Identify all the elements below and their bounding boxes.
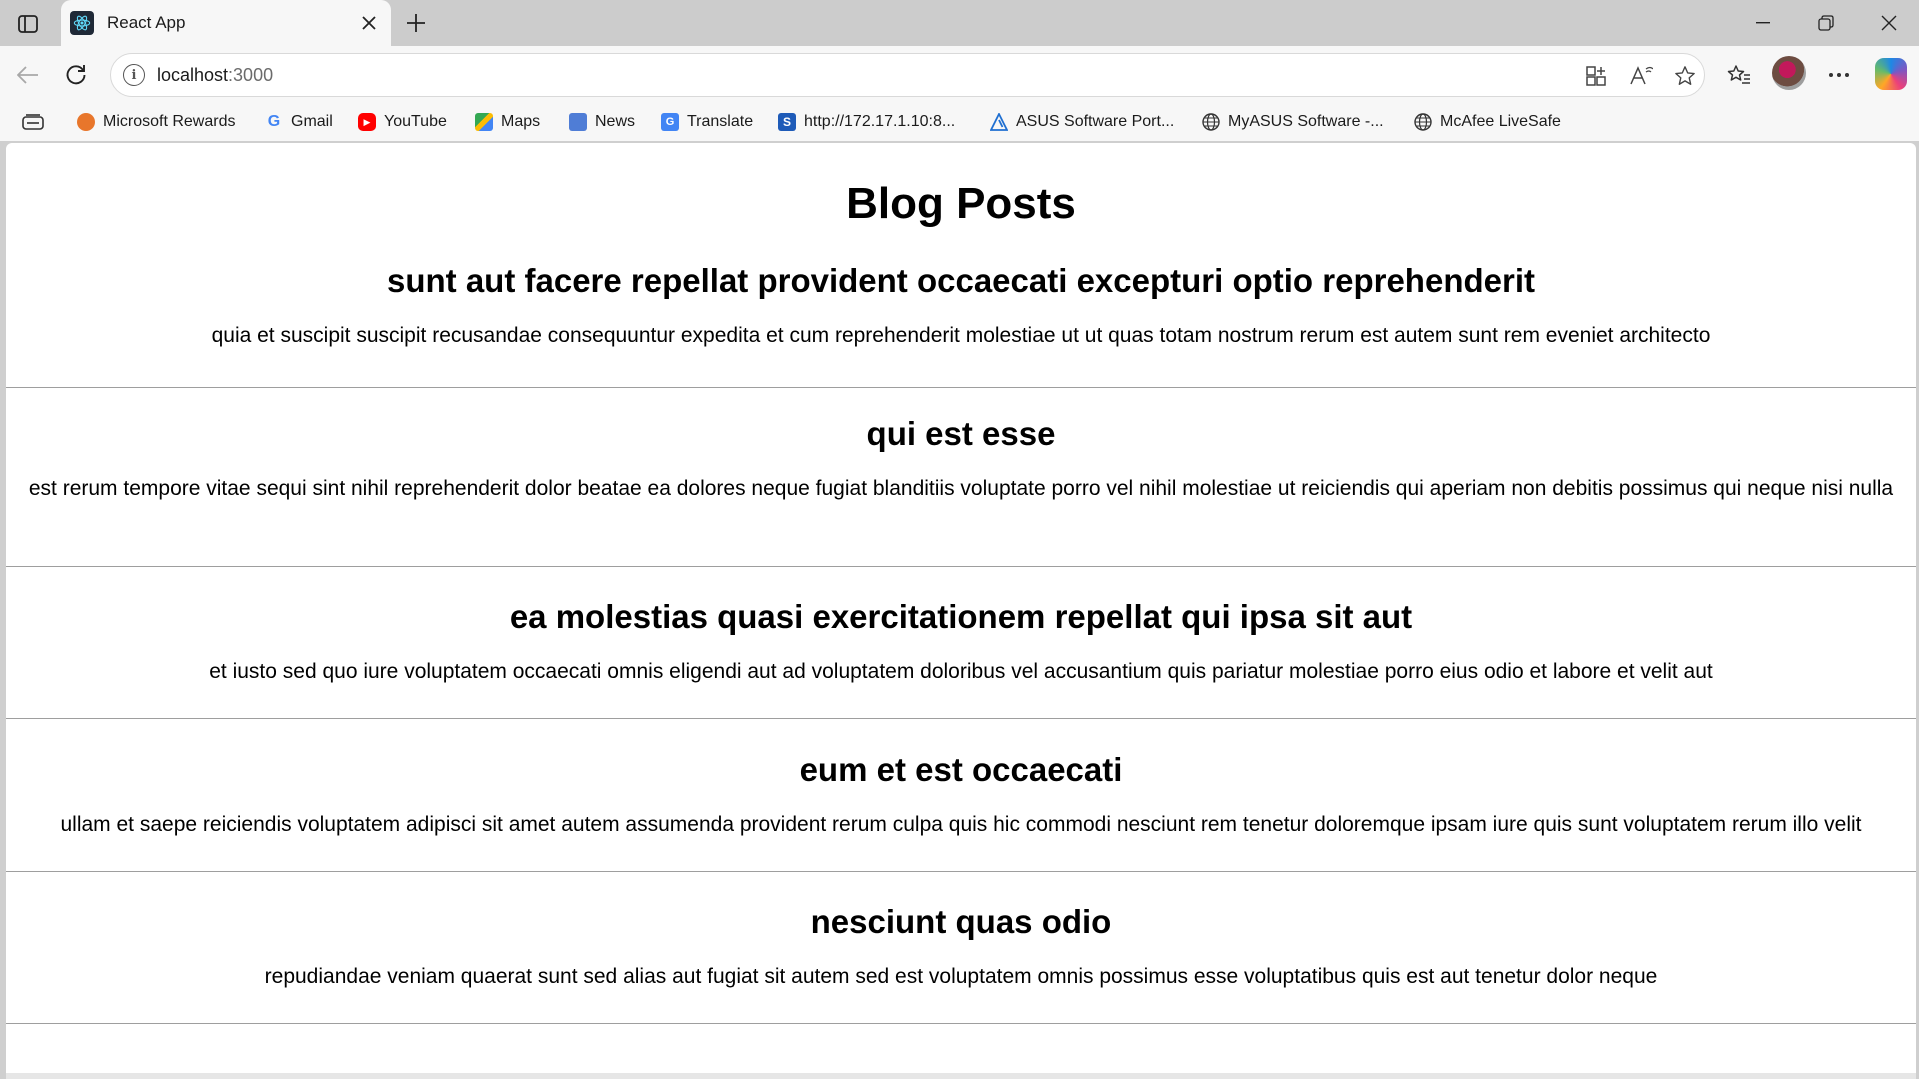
post-body: et iusto sed quo iure voluptatem occaeca… [209,660,1713,683]
bookmark-intranet[interactable]: S http://172.17.1.10:8... [778,109,955,135]
post-body: repudiandae veniam quaerat sunt sed alia… [264,965,1658,988]
back-icon[interactable] [12,59,44,91]
bookmark-gmail[interactable]: G Gmail [265,109,333,135]
app-available-icon[interactable] [1583,63,1609,89]
globe-icon [1414,113,1432,131]
blog-post: ea molestias quasi exercitationem repell… [6,597,1916,719]
bookmark-maps[interactable]: Maps [475,109,540,135]
page-viewport: Blog Posts sunt aut facere repellat prov… [6,143,1916,1079]
tab-actions-menu-icon[interactable] [14,10,42,38]
s-icon: S [778,113,796,131]
address-bar[interactable]: i localhost:3000 [110,53,1705,97]
url-text[interactable]: localhost:3000 [157,65,273,86]
active-tab[interactable]: React App [61,0,391,46]
bookmark-microsoft-rewards[interactable]: Microsoft Rewards [77,109,235,135]
more-options-icon[interactable] [1822,58,1856,92]
favorites-icon[interactable] [1722,58,1756,92]
blog-post: eum et est occaecati ullam et saepe reic… [6,750,1916,872]
blog-post: qui est esse est rerum tempore vitae seq… [6,414,1916,567]
post-title: sunt aut facere repellat provident occae… [387,262,1535,299]
profile-avatar[interactable] [1772,56,1806,90]
bookmark-myasus-software[interactable]: MyASUS Software -... [1202,109,1384,135]
post-title: ea molestias quasi exercitationem repell… [509,598,1413,635]
minimize-icon[interactable] [1735,6,1791,40]
refresh-icon[interactable] [60,59,92,91]
post-body: est rerum tempore vitae sequi sint nihil… [28,477,1894,500]
collections-icon[interactable] [22,109,44,135]
page-title: Blog Posts [846,179,1076,228]
copilot-icon[interactable] [1875,58,1907,90]
medal-icon [77,113,95,131]
post-body: ullam et saepe reiciendis voluptatem adi… [60,813,1862,836]
globe-icon [1202,113,1220,131]
bookmark-youtube[interactable]: ▶ YouTube [358,109,447,135]
tab-title: React App [107,13,186,32]
news-icon [569,113,587,131]
read-aloud-icon[interactable] [1628,63,1654,89]
restore-icon[interactable] [1798,6,1854,40]
post-title: nesciunt quas odio [810,903,1112,940]
bookmark-news[interactable]: News [569,109,635,135]
bookmark-asus-software-portal[interactable]: ASUS Software Port... [990,109,1174,135]
maps-icon [475,113,493,131]
favorite-star-icon[interactable] [1672,63,1698,89]
horizontal-scrollbar[interactable] [6,1073,1916,1079]
blog-post: sunt aut facere repellat provident occae… [6,261,1916,388]
post-body: quia et suscipit suscipit recusandae con… [211,324,1711,347]
tab-strip: React App [0,0,1919,46]
post-title: qui est esse [866,415,1056,452]
blog-post: nesciunt quas odio repudiandae veniam qu… [6,902,1916,1024]
close-window-icon[interactable] [1861,6,1917,40]
youtube-icon: ▶ [358,113,376,131]
site-info-icon[interactable]: i [123,64,145,86]
bookmarks-bar: Microsoft Rewards G Gmail ▶ YouTube Maps… [0,103,1919,141]
new-tab-button[interactable] [400,8,432,38]
bookmark-translate[interactable]: G Translate [661,109,753,135]
browser-toolbar: i localhost:3000 [0,46,1919,103]
translate-icon: G [661,113,679,131]
asus-icon [990,113,1008,131]
post-title: eum et est occaecati [799,751,1123,788]
react-logo-icon [70,11,94,35]
close-tab-icon[interactable] [357,11,381,35]
google-icon: G [267,113,281,130]
bookmark-mcafee-livesafe[interactable]: McAfee LiveSafe [1414,109,1561,135]
